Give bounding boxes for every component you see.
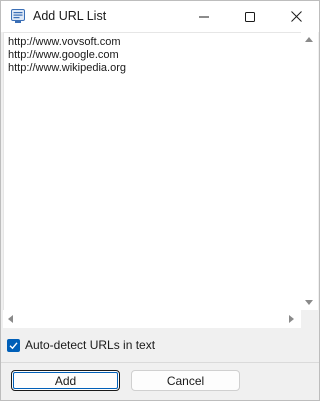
scroll-up-arrow-icon[interactable] bbox=[305, 37, 313, 42]
auto-detect-option[interactable]: Auto-detect URLs in text bbox=[7, 337, 155, 353]
scroll-right-arrow-icon[interactable] bbox=[289, 315, 294, 323]
auto-detect-label: Auto-detect URLs in text bbox=[25, 338, 156, 352]
close-icon bbox=[290, 11, 302, 22]
maximize-button[interactable] bbox=[227, 1, 273, 32]
url-line: http://www.wikipedia.org bbox=[8, 62, 126, 74]
window-title: Add URL List bbox=[33, 9, 107, 23]
scroll-down-arrow-icon[interactable] bbox=[305, 300, 313, 305]
horizontal-scrollbar[interactable] bbox=[3, 310, 301, 328]
scroll-left-arrow-icon[interactable] bbox=[8, 315, 13, 323]
url-list-textarea[interactable]: http://www.vovsoft.com http://www.google… bbox=[3, 32, 302, 312]
url-line: http://www.vovsoft.com bbox=[8, 36, 121, 48]
close-button[interactable] bbox=[273, 1, 319, 32]
title-bar[interactable]: Add URL List bbox=[1, 1, 319, 32]
minimize-button[interactable] bbox=[181, 1, 227, 32]
checkmark-icon bbox=[9, 341, 18, 349]
cancel-button[interactable]: Cancel bbox=[131, 370, 240, 391]
vertical-scrollbar[interactable] bbox=[301, 32, 318, 310]
footer-divider bbox=[1, 362, 319, 363]
minimize-icon bbox=[199, 12, 209, 22]
maximize-icon bbox=[245, 11, 255, 22]
add-url-list-dialog: Add URL List http://www.vovsoft.com http… bbox=[0, 0, 320, 401]
add-button[interactable]: Add bbox=[11, 370, 120, 391]
app-list-icon bbox=[10, 8, 26, 24]
url-line: http://www.google.com bbox=[8, 49, 119, 61]
auto-detect-checkbox[interactable] bbox=[7, 338, 20, 352]
scrollbar-corner bbox=[301, 310, 318, 328]
